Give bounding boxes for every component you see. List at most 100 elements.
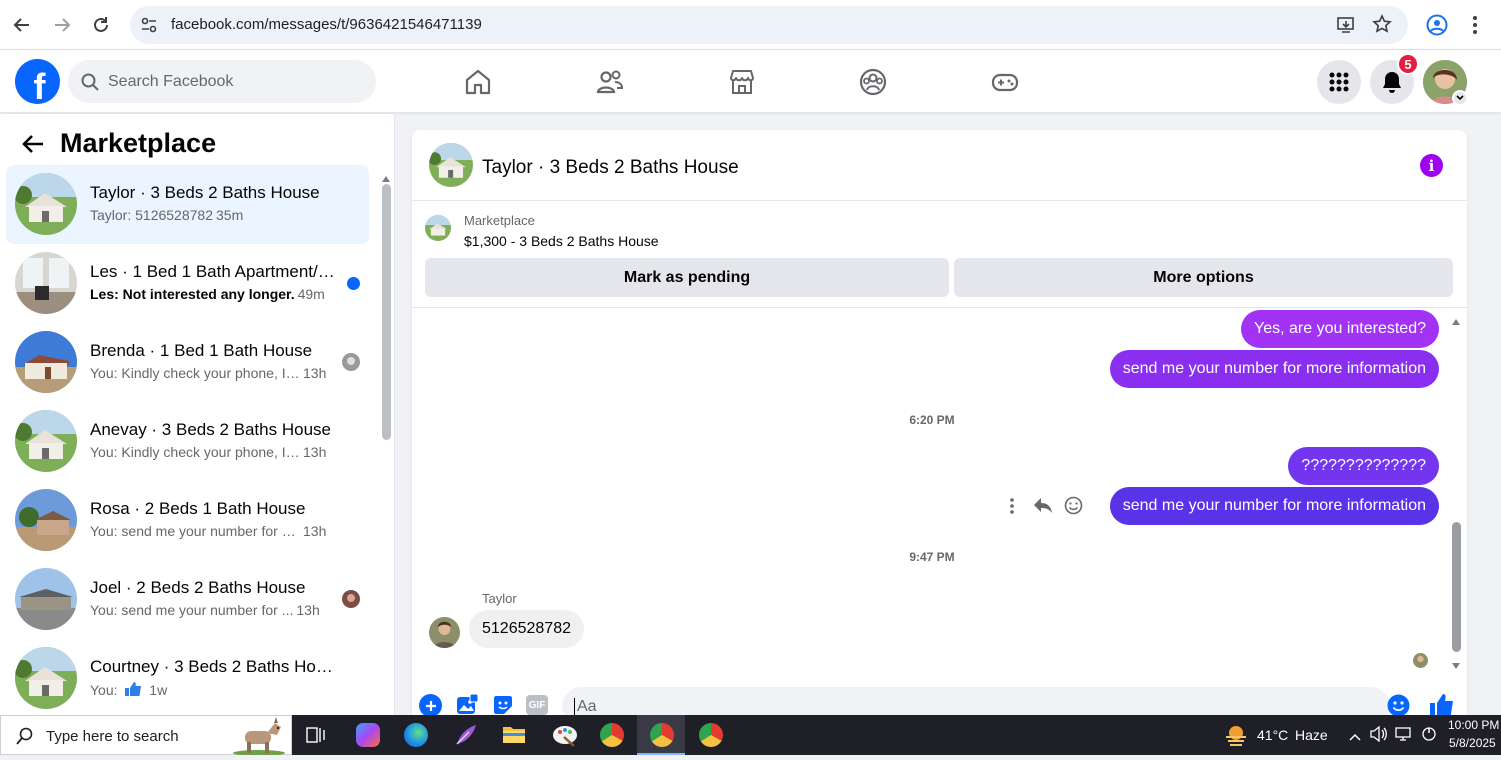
back-arrow-icon[interactable]: [22, 134, 44, 159]
conversation-preview: Taylor: 5126528782 35m: [90, 207, 244, 223]
forward-arrow-icon[interactable]: [48, 11, 76, 39]
file-explorer-icon[interactable]: [502, 724, 526, 749]
facebook-logo[interactable]: f: [15, 59, 60, 104]
chat-title[interactable]: Taylor · 3 Beds 2 Baths House: [482, 157, 739, 179]
home-icon[interactable]: [463, 67, 493, 97]
edge-browser-icon[interactable]: [404, 723, 428, 747]
clock-date[interactable]: 5/8/2025: [1449, 736, 1496, 750]
conversation-item[interactable]: Anevay · 3 Beds 2 Baths House You: Kindl…: [6, 402, 369, 481]
react-emoji-icon[interactable]: [1064, 496, 1083, 520]
reload-icon[interactable]: [87, 11, 115, 39]
account-chevron-icon[interactable]: [1452, 90, 1468, 106]
scroll-down-arrow-icon[interactable]: [1451, 657, 1461, 675]
message-more-icon[interactable]: [1008, 497, 1016, 520]
conversation-item[interactable]: Rosa · 2 Beds 1 Bath House You: send me …: [6, 481, 369, 560]
unread-indicator: [347, 277, 360, 290]
gaming-icon[interactable]: [990, 67, 1020, 97]
sender-name: Taylor: [482, 591, 517, 606]
copilot-icon[interactable]: [356, 723, 380, 747]
clock-time[interactable]: 10:00 PM: [1448, 718, 1499, 732]
facebook-header: f Search Facebook 5: [0, 50, 1501, 113]
bookmark-star-icon[interactable]: [1372, 14, 1392, 39]
reply-icon[interactable]: [1033, 496, 1053, 519]
chrome-active-icon[interactable]: [650, 723, 674, 747]
url-text[interactable]: facebook.com/messages/t/9636421546471139: [171, 16, 482, 33]
thumbs-up-icon: [125, 682, 142, 696]
conversation-title: Rosa · 2 Beds 1 Bath House: [90, 499, 306, 518]
more-options-button[interactable]: More options: [954, 258, 1453, 297]
conversation-title: Joel · 2 Beds 2 Baths House: [90, 578, 306, 597]
conversation-preview: You: Kindly check your phone, I ... 13h: [90, 365, 327, 381]
conversation-item[interactable]: Les · 1 Bed 1 Bath Apartment/c... Les: N…: [6, 244, 369, 323]
task-view-icon[interactable]: [306, 725, 326, 750]
seen-avatar: [1413, 653, 1428, 668]
outgoing-message[interactable]: ??????????????: [1288, 447, 1439, 485]
timestamp-separator: 9:47 PM: [909, 550, 955, 564]
taskbar-search-input[interactable]: Type here to search: [46, 728, 179, 745]
conversation-preview: Les: Not interested any longer. 49m: [90, 286, 325, 302]
seen-avatar: [342, 590, 360, 608]
site-settings-icon[interactable]: [140, 16, 158, 39]
chevron-up-icon[interactable]: [1349, 728, 1361, 746]
listing-thumbnail: [15, 568, 77, 630]
conversation-title: Anevay · 3 Beds 2 Baths House: [90, 420, 331, 439]
install-app-icon[interactable]: [1336, 15, 1356, 40]
address-bar[interactable]: facebook.com/messages/t/9636421546471139: [130, 6, 1408, 44]
weather-haze-icon[interactable]: [1224, 724, 1248, 751]
groups-icon[interactable]: [858, 67, 888, 97]
gif-icon[interactable]: GIF: [526, 695, 548, 715]
volume-icon[interactable]: [1370, 725, 1388, 747]
conversation-title: Les · 1 Bed 1 Bath Apartment/c...: [90, 262, 335, 281]
conversation-item[interactable]: Joel · 2 Beds 2 Baths House You: send me…: [6, 560, 369, 639]
message-placeholder[interactable]: Aa: [574, 698, 597, 716]
chat-panel: Taylor · 3 Beds 2 Baths House i Marketpl…: [412, 130, 1467, 730]
sender-avatar[interactable]: [429, 617, 460, 648]
conversation-preview: You: 1w: [90, 682, 168, 698]
listing-thumbnail[interactable]: [425, 215, 451, 241]
mark-pending-button[interactable]: Mark as pending: [425, 258, 949, 297]
conversation-title: Taylor · 3 Beds 2 Baths House: [90, 183, 320, 202]
windows-taskbar: Type here to search 41°C Haze 10:00 PM 5…: [0, 715, 1501, 756]
listing-summary: Marketplace $1,300 - 3 Beds 2 Baths Hous…: [412, 200, 1467, 308]
weather-temp[interactable]: 41°C: [1257, 727, 1288, 743]
conversation-item[interactable]: Courtney · 3 Beds 2 Baths House You: 1w: [6, 639, 369, 715]
paint-app-icon[interactable]: [552, 723, 578, 752]
listing-title[interactable]: $1,300 - 3 Beds 2 Baths House: [464, 233, 659, 249]
battery-icon[interactable]: [1420, 726, 1438, 747]
plus-icon[interactable]: [419, 694, 442, 717]
listing-thumbnail: [15, 410, 77, 472]
outgoing-message[interactable]: send me your number for more information: [1109, 350, 1439, 388]
conversation-item[interactable]: Taylor · 3 Beds 2 Baths House Taylor: 51…: [6, 165, 369, 244]
browser-toolbar: facebook.com/messages/t/9636421546471139: [0, 0, 1501, 50]
search-input[interactable]: Search Facebook: [108, 73, 233, 91]
outgoing-message[interactable]: Yes, are you interested?: [1241, 310, 1439, 348]
profile-icon[interactable]: [1426, 14, 1448, 41]
conversation-title: Courtney · 3 Beds 2 Baths House: [90, 657, 335, 676]
scroll-up-arrow-icon[interactable]: [1451, 313, 1461, 331]
bell-icon: [1383, 72, 1401, 93]
search-box[interactable]: Search Facebook: [68, 60, 376, 103]
grid-icon: [1329, 72, 1349, 92]
conversation-item[interactable]: Brenda · 1 Bed 1 Bath House You: Kindly …: [6, 323, 369, 402]
quill-app-icon[interactable]: [454, 723, 478, 752]
scrollbar-thumb[interactable]: [382, 184, 391, 440]
marketplace-icon[interactable]: [727, 67, 757, 97]
menu-grid-button[interactable]: [1317, 60, 1361, 104]
friends-icon[interactable]: [595, 67, 625, 97]
conversation-list-panel: Marketplace Taylor · 3 Beds 2 Baths Hous…: [0, 114, 395, 715]
kebab-menu-icon[interactable]: [1470, 14, 1480, 41]
chrome-profile-icon[interactable]: [600, 723, 624, 747]
incoming-message[interactable]: 5126528782: [469, 610, 584, 648]
network-icon[interactable]: [1395, 726, 1413, 747]
scrollbar-thumb[interactable]: [1452, 522, 1461, 652]
chat-listing-avatar[interactable]: [429, 143, 473, 187]
back-arrow-icon[interactable]: [8, 11, 36, 39]
outgoing-message[interactable]: send me your number for more information: [1109, 487, 1439, 525]
chrome-profile-icon[interactable]: [699, 723, 723, 747]
weather-desc[interactable]: Haze: [1295, 727, 1328, 743]
taskbar-search-box[interactable]: Type here to search: [0, 715, 292, 756]
timestamp-separator: 6:20 PM: [909, 413, 955, 427]
listing-thumbnail: [15, 252, 77, 314]
info-icon[interactable]: i: [1420, 154, 1443, 177]
listing-thumbnail: [15, 331, 77, 393]
